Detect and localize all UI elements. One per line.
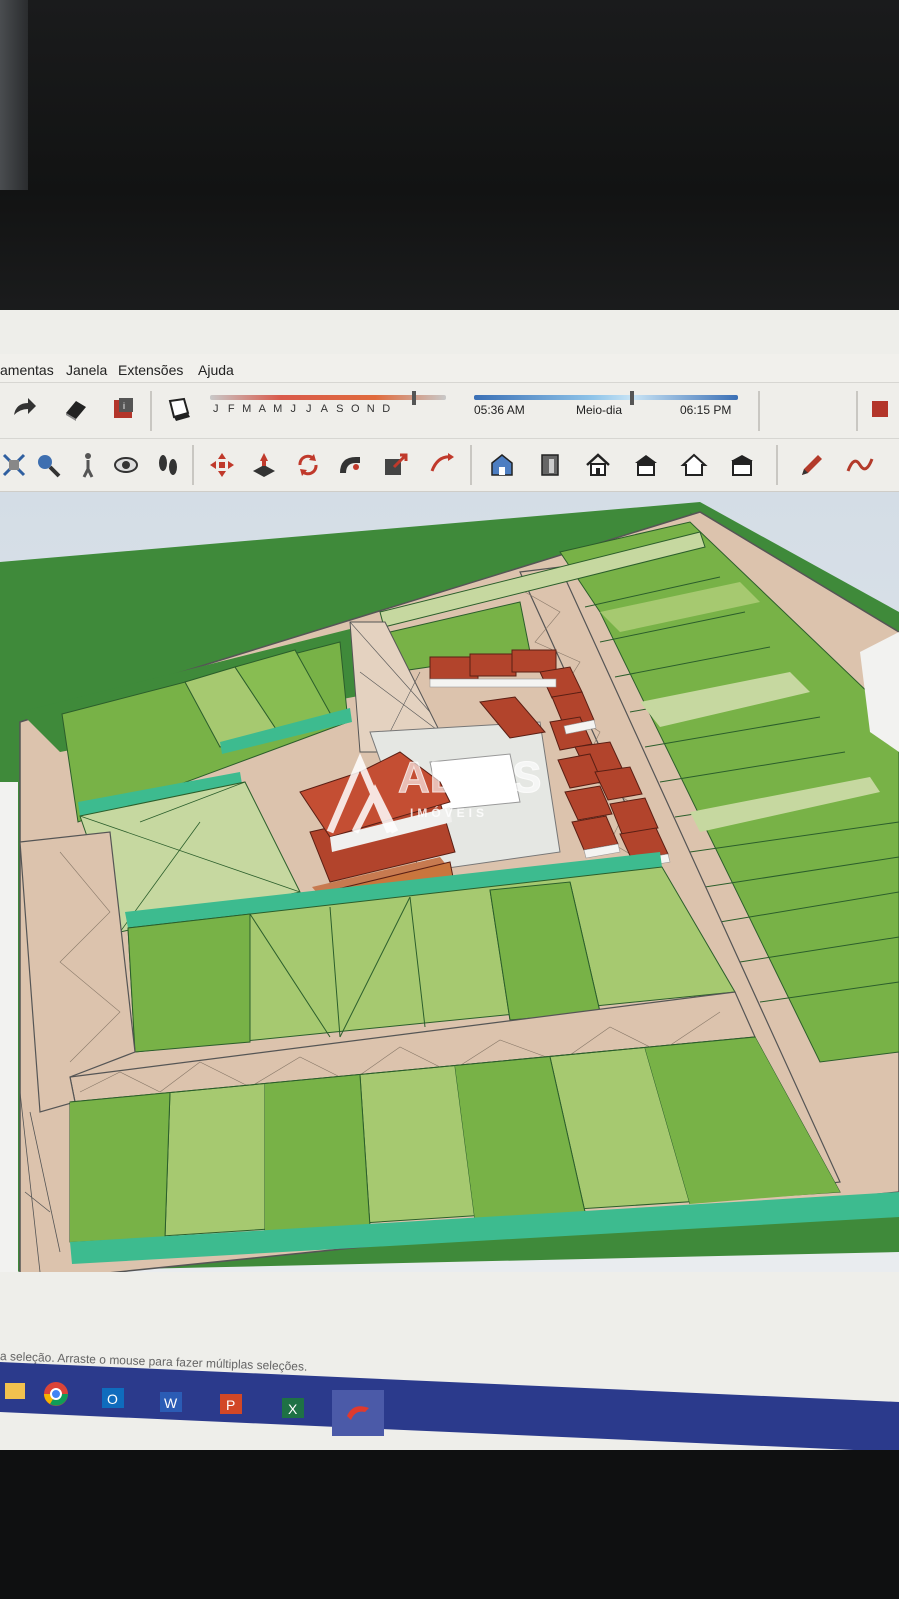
watermark-sub: IMÓVEIS — [410, 805, 488, 820]
redo-icon[interactable] — [10, 395, 38, 423]
watermark-brand: ALVES — [398, 753, 541, 802]
site-model: ALVES IMÓVEIS — [0, 492, 899, 1283]
walk-icon[interactable] — [74, 451, 102, 479]
freehand-icon[interactable] — [846, 451, 874, 479]
toolbar-shadows: i JFMAMJJASOND 05:36 AM Meio-dia 06:15 P… — [0, 382, 899, 437]
menu-extensoes[interactable]: Extensões — [118, 362, 183, 378]
time-noon-label: Meio-dia — [576, 403, 623, 417]
model-info-icon[interactable]: i — [110, 395, 138, 423]
background-object — [0, 0, 28, 190]
toolbar-separator — [758, 391, 760, 431]
svg-text:W: W — [164, 1395, 178, 1411]
menu-ferramentas[interactable]: amentas — [0, 362, 54, 378]
iso-view-icon[interactable] — [488, 451, 516, 479]
move-icon[interactable] — [208, 451, 236, 479]
svg-text:i: i — [123, 401, 125, 411]
sketchup-icon[interactable] — [332, 1390, 384, 1436]
month-slider-thumb[interactable] — [412, 391, 416, 405]
toolbar-separator — [776, 445, 778, 485]
shadow-toggle-icon[interactable] — [164, 395, 192, 423]
sketchup-window: amentas Janela Extensões Ajuda i JFMAMJJ… — [0, 310, 899, 1450]
house-view-icon[interactable] — [584, 451, 612, 479]
powerpoint-icon[interactable]: P — [214, 1386, 250, 1422]
top-view-icon[interactable] — [632, 451, 660, 479]
menu-bar: amentas Janela Extensões Ajuda — [0, 354, 899, 384]
windows-taskbar: O W P X — [0, 1362, 899, 1452]
right-view-icon[interactable] — [680, 451, 708, 479]
toolbar-separator — [470, 445, 472, 485]
zoom-extents-icon[interactable] — [0, 451, 28, 479]
time-slider-thumb[interactable] — [630, 391, 634, 405]
menu-ajuda[interactable]: Ajuda — [198, 362, 234, 378]
excel-icon[interactable]: X — [276, 1390, 312, 1426]
svg-text:X: X — [288, 1401, 298, 1417]
neighbor-plot — [0, 782, 18, 1272]
follow-me-icon[interactable] — [336, 451, 364, 479]
word-icon[interactable]: W — [154, 1384, 190, 1420]
toolbar-separator — [150, 391, 152, 431]
eraser-icon[interactable] — [62, 395, 90, 423]
outlook-icon[interactable]: O — [96, 1380, 132, 1416]
rotate-icon[interactable] — [294, 451, 322, 479]
pencil-icon[interactable] — [798, 451, 826, 479]
footprints-icon[interactable] — [154, 451, 182, 479]
push-pull-icon[interactable] — [250, 451, 278, 479]
offset-icon[interactable] — [428, 451, 456, 479]
svg-text:P: P — [226, 1397, 235, 1413]
month-labels: JFMAMJJASOND — [213, 403, 391, 415]
chrome-icon[interactable] — [38, 1376, 74, 1412]
look-around-icon[interactable] — [112, 451, 140, 479]
front-view-icon[interactable] — [536, 451, 564, 479]
time-slider[interactable] — [474, 395, 738, 400]
file-explorer-icon[interactable] — [0, 1372, 36, 1408]
back-view-icon[interactable] — [728, 451, 756, 479]
toolbar-separator — [856, 391, 858, 431]
model-viewport[interactable]: ALVES IMÓVEIS — [0, 492, 899, 1283]
scale-icon[interactable] — [382, 451, 410, 479]
toolbar-tools — [0, 438, 899, 492]
month-slider[interactable] — [210, 395, 446, 400]
time-end-label: 06:15 PM — [680, 403, 732, 417]
monitor-bezel-top — [0, 0, 899, 318]
zoom-icon[interactable] — [34, 451, 62, 479]
menu-janela[interactable]: Janela — [66, 362, 107, 378]
toolbar-separator — [192, 445, 194, 485]
svg-text:O: O — [107, 1391, 118, 1407]
desk-surface — [0, 1450, 899, 1599]
component-icon[interactable] — [868, 395, 896, 423]
time-start-label: 05:36 AM — [474, 403, 525, 417]
